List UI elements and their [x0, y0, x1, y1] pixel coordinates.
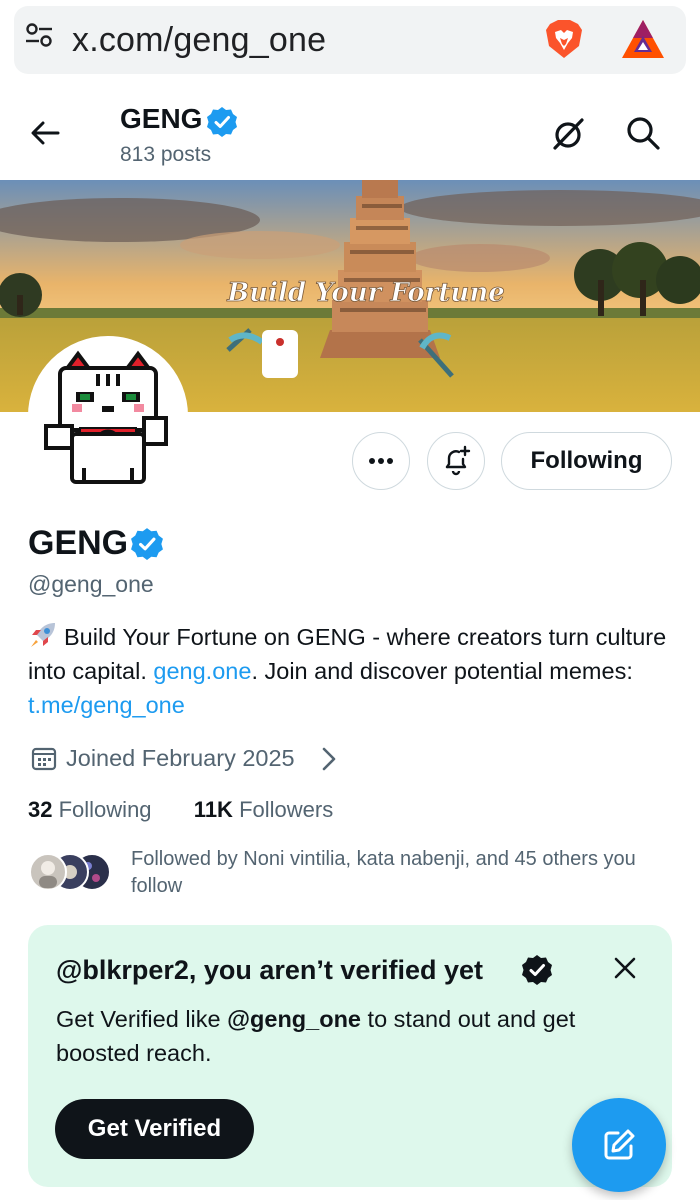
- chevron-right-icon[interactable]: [318, 746, 340, 772]
- follow-stats: 32 Following 11K Followers: [28, 796, 333, 824]
- verified-badge-icon: [131, 528, 163, 560]
- verification-body: Get Verified like @geng_one to stand out…: [56, 1002, 636, 1070]
- followed-by-text[interactable]: Followed by Noni vintilia, kata nabenji,…: [131, 846, 671, 900]
- following-label: Following: [58, 797, 152, 822]
- grok-icon[interactable]: [548, 114, 588, 154]
- bio-website-link[interactable]: geng.one: [153, 658, 251, 684]
- header-name: GENG: [120, 103, 203, 134]
- verification-body-handle: @geng_one: [227, 1006, 362, 1032]
- compose-icon: [604, 1129, 635, 1160]
- get-verified-button[interactable]: Get Verified: [55, 1099, 254, 1159]
- more-options-button[interactable]: [352, 432, 410, 490]
- followers-link[interactable]: 11K Followers: [194, 797, 333, 822]
- bio-telegram-link[interactable]: t.me/geng_one: [28, 692, 185, 718]
- following-count: 32: [28, 797, 53, 822]
- followers-you-know-avatars[interactable]: [28, 852, 112, 892]
- banner-caption: Build Your Fortune: [226, 278, 505, 308]
- verification-title: @blkrper2, you aren’t verified yet: [56, 955, 483, 985]
- brave-icon[interactable]: [542, 16, 586, 60]
- close-icon[interactable]: [612, 955, 638, 981]
- search-icon[interactable]: [624, 114, 662, 152]
- bat-icon[interactable]: [620, 18, 666, 60]
- lucky-cat-avatar-image: [32, 340, 184, 492]
- calendar-icon: [31, 747, 57, 771]
- followers-count: 11K: [193, 797, 233, 822]
- followers-label: Followers: [239, 797, 334, 822]
- following-button[interactable]: Following: [501, 432, 672, 490]
- following-link[interactable]: 32 Following: [28, 797, 152, 822]
- verified-badge-icon: [522, 955, 552, 985]
- profile-handle: @geng_one: [28, 571, 154, 597]
- avatar[interactable]: [28, 336, 188, 496]
- bio-text: . Join and discover potential memes:: [251, 658, 633, 684]
- joined-date[interactable]: Joined February 2025: [66, 742, 295, 774]
- profile-name: GENG: [28, 524, 129, 562]
- header-post-count: 813 posts: [120, 143, 212, 166]
- back-icon[interactable]: [28, 116, 62, 150]
- verification-body-text: Get Verified like: [56, 1006, 228, 1032]
- tune-icon[interactable]: [24, 20, 54, 50]
- notifications-button[interactable]: [427, 432, 485, 490]
- bell-plus-icon: [445, 445, 471, 476]
- rocket-icon: [31, 623, 55, 647]
- more-icon: [369, 458, 393, 464]
- verified-badge-icon: [207, 107, 237, 137]
- profile-bio: Build Your Fortune on GENG - where creat…: [28, 620, 668, 722]
- url-text[interactable]: x.com/geng_one: [72, 20, 326, 60]
- compose-post-button[interactable]: [572, 1098, 666, 1192]
